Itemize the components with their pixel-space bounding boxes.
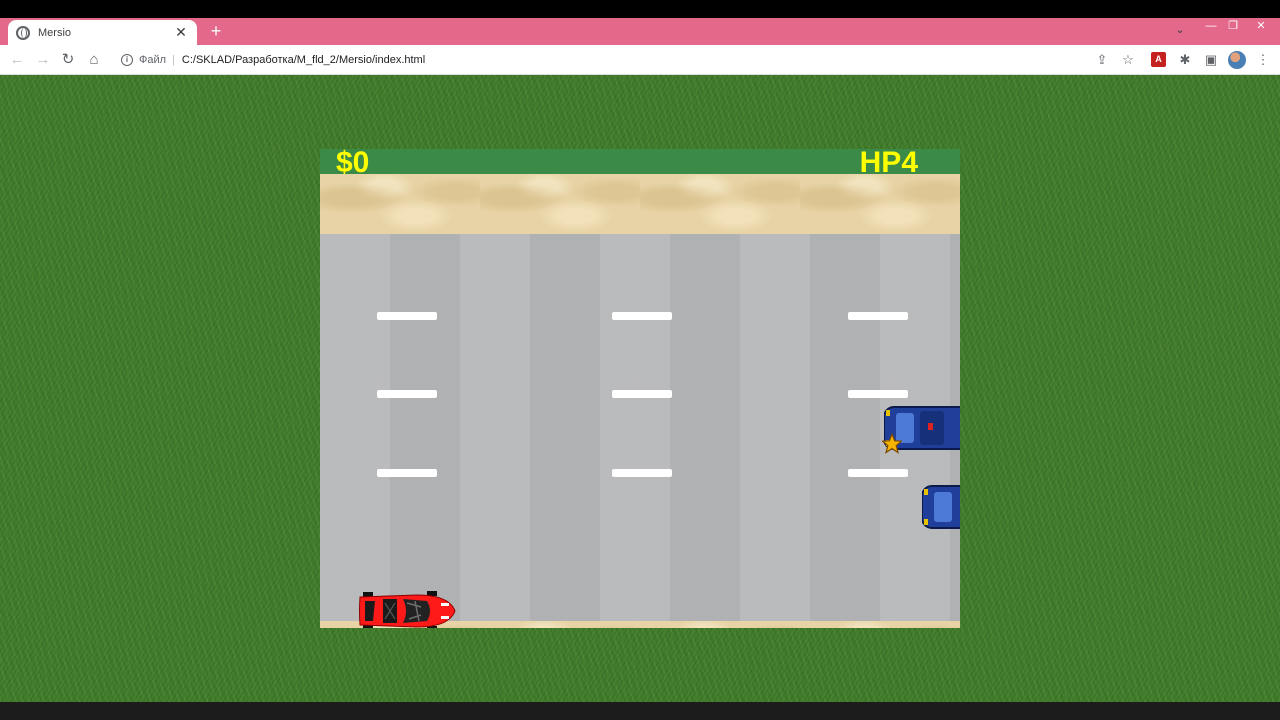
pdf-extension-icon[interactable]: A: [1151, 52, 1166, 67]
share-icon[interactable]: ⇪: [1093, 51, 1111, 69]
chevron-down-icon[interactable]: ⌄: [1172, 23, 1188, 39]
hp-counter: HP4: [859, 149, 918, 179]
lane-dash: [848, 469, 908, 477]
reload-icon[interactable]: ↻: [58, 50, 78, 70]
omnibox-scheme-label: Файл: [139, 54, 167, 66]
lane-dash: [612, 469, 672, 477]
restore-button[interactable]: ❐: [1220, 18, 1246, 34]
profile-avatar[interactable]: [1228, 51, 1246, 69]
address-bar[interactable]: i Файл | C:/SKLAD/Разработка/M_fld_2/Mer…: [113, 48, 1145, 72]
forward-arrow-icon[interactable]: →: [33, 50, 53, 70]
lane-dash: [377, 469, 437, 477]
lane-dash: [377, 312, 437, 320]
taskbar-strip: [0, 702, 1280, 720]
enemy-blue-car: [922, 485, 960, 529]
player-red-car: [359, 591, 456, 628]
omnibox-url[interactable]: C:/SKLAD/Разработка/M_fld_2/Mersio/index…: [182, 54, 425, 66]
sand-strip-top: [320, 174, 960, 234]
road: [320, 234, 960, 621]
bookmark-star-icon[interactable]: ☆: [1119, 51, 1137, 69]
tab-close-icon[interactable]: ✕: [173, 24, 189, 41]
tab-strip: Mersio ✕ + ⌄ — ❐ ✕: [0, 18, 1280, 45]
tab-mersio[interactable]: Mersio ✕: [8, 20, 197, 45]
game-canvas[interactable]: $0 HP4: [320, 149, 960, 628]
lane-dash: [848, 312, 908, 320]
globe-icon: [16, 25, 30, 40]
info-icon[interactable]: i: [121, 54, 133, 66]
extensions-puzzle-icon[interactable]: ✱: [1176, 51, 1194, 69]
browser-window: Mersio ✕ + ⌄ — ❐ ✕ ← → ↻ ⌂ i Файл | C:/S…: [0, 0, 1280, 720]
lane-dash: [612, 390, 672, 398]
new-tab-button[interactable]: +: [206, 21, 226, 41]
browser-toolbar: ← → ↻ ⌂ i Файл | C:/SKLAD/Разработка/M_f…: [0, 45, 1280, 75]
home-icon[interactable]: ⌂: [84, 50, 104, 70]
back-arrow-icon[interactable]: ←: [7, 50, 27, 70]
top-strip: [0, 0, 1280, 18]
omnibox-separator: |: [172, 54, 175, 66]
page-grass-background: $0 HP4: [0, 75, 1280, 702]
lane-dash: [612, 312, 672, 320]
lane-dash: [377, 390, 437, 398]
close-window-button[interactable]: ✕: [1246, 18, 1276, 34]
money-counter: $0: [336, 149, 370, 179]
lane-dash: [848, 390, 908, 398]
tab-title: Mersio: [38, 26, 72, 39]
star-pickup-icon: [882, 433, 902, 454]
side-panel-icon[interactable]: ▣: [1202, 51, 1220, 69]
menu-dots-icon[interactable]: ⋮: [1254, 51, 1272, 69]
